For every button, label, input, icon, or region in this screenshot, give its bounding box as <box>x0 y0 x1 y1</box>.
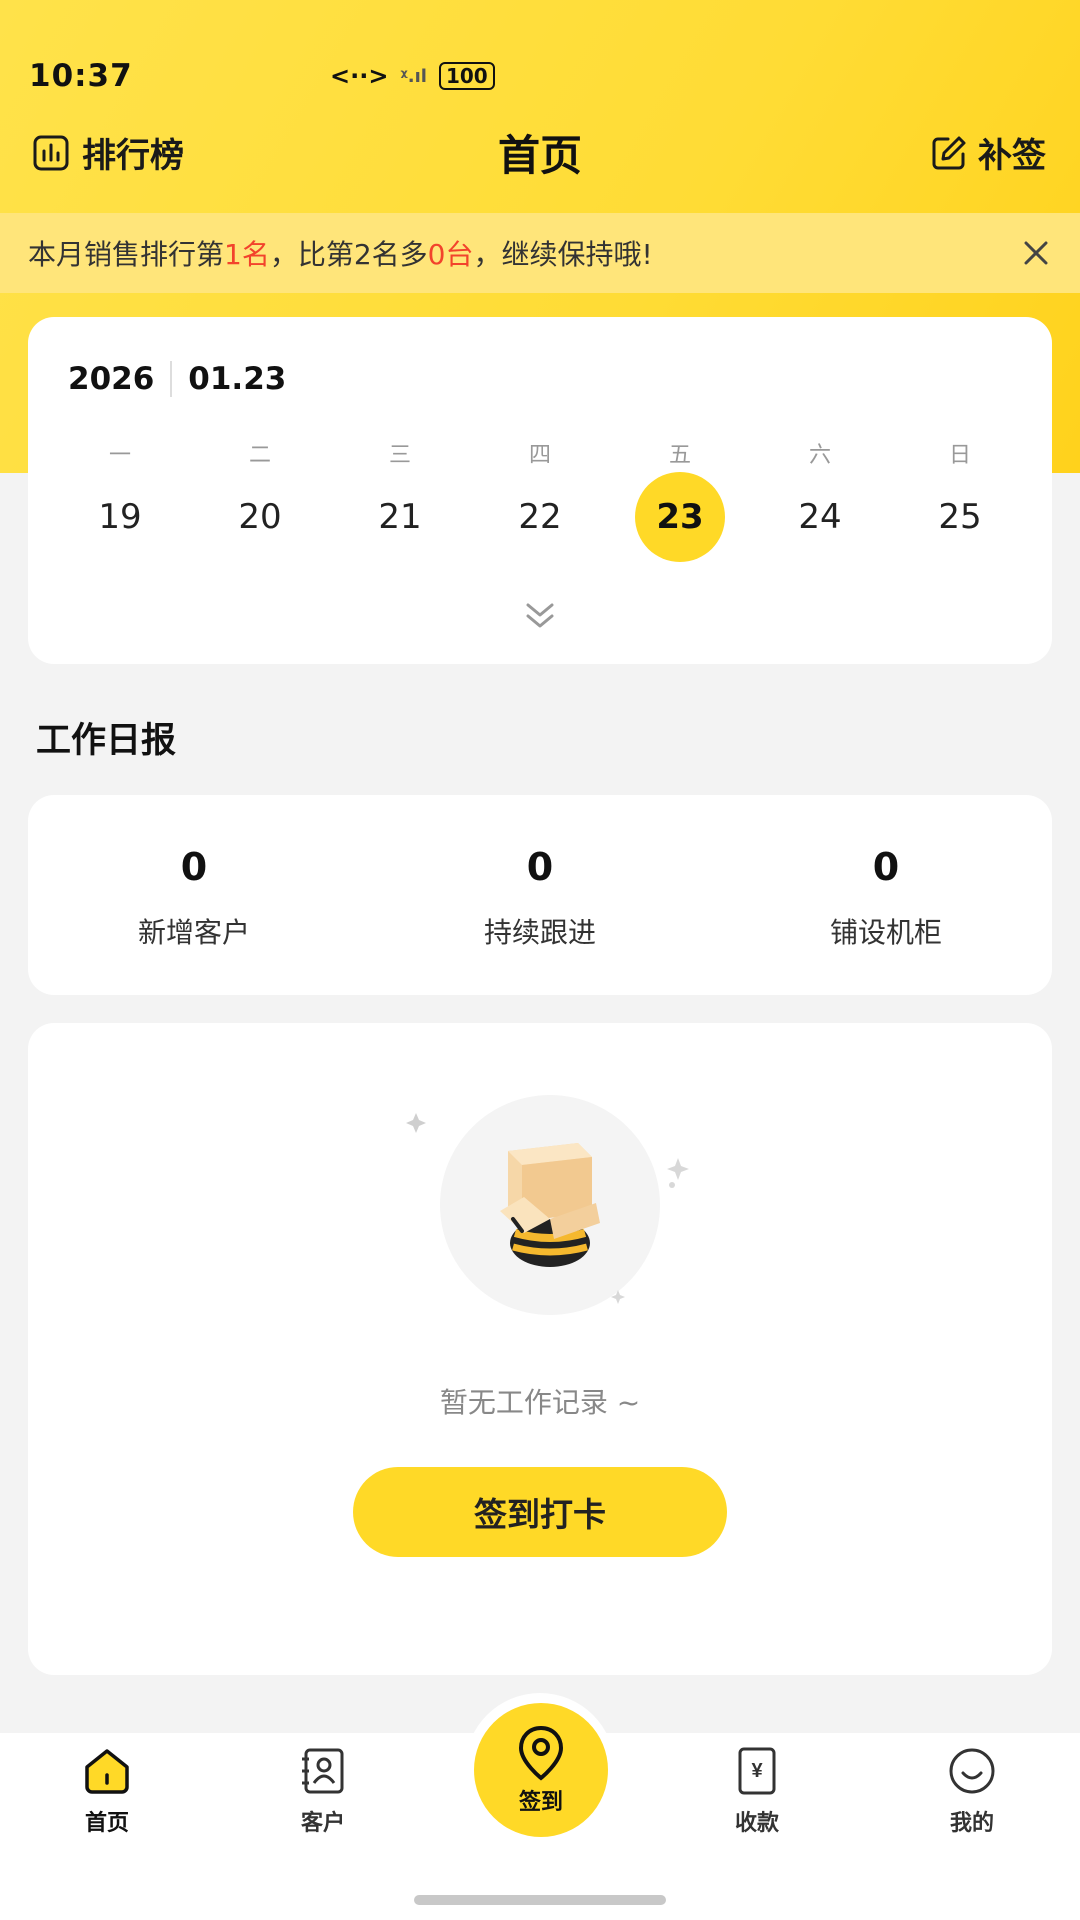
weekday-label: 二 <box>248 443 271 468</box>
location-pin-icon <box>518 1725 564 1781</box>
tab-checkin[interactable]: 签到 <box>474 1703 608 1837</box>
smile-icon <box>949 1748 995 1794</box>
stat-value: 0 <box>526 845 554 889</box>
status-time: 10:37 <box>29 58 133 94</box>
network-activity-icon: <··> <box>330 62 389 90</box>
empty-box-bee-illustration <box>406 1095 689 1315</box>
date-divider <box>170 361 173 397</box>
calendar-day[interactable]: 21 <box>355 472 445 562</box>
daily-report-title: 工作日报 <box>36 721 177 761</box>
daily-stats-card: 0 新增客户 0 持续跟进 0 铺设机柜 <box>28 795 1052 995</box>
empty-state-text: 暂无工作记录 ~ <box>439 1386 641 1419</box>
signal-icon: ᵡ.ıl <box>400 65 427 87</box>
makeup-checkin-button[interactable]: 补签 <box>930 128 1046 177</box>
tab-label: 客户 <box>300 1811 345 1836</box>
svg-text:¥: ¥ <box>751 1760 763 1782</box>
stat-value: 0 <box>180 845 208 889</box>
tab-customers[interactable]: 客户 <box>253 1745 393 1837</box>
ranking-notice-banner: 本月销售排行第1名，比第2名多0台，继续保持哦! <box>0 213 1080 293</box>
top-nav: 排行榜 首页 补签 <box>0 110 1080 190</box>
tab-label: 签到 <box>518 1790 563 1815</box>
page-title: 首页 <box>497 131 582 180</box>
weekday-label: 日 <box>948 443 971 468</box>
yuan-receipt-icon: ¥ <box>738 1747 776 1795</box>
home-icon <box>85 1749 129 1794</box>
calendar-day[interactable]: 20 <box>215 472 305 562</box>
stat-follow-up[interactable]: 0 持续跟进 <box>420 845 660 951</box>
weekday-label: 六 <box>808 443 831 468</box>
tab-label: 我的 <box>949 1811 994 1836</box>
calendar-day[interactable]: 24 <box>775 472 865 562</box>
stat-label: 持续跟进 <box>483 916 596 949</box>
stat-label: 铺设机柜 <box>829 916 942 949</box>
stat-new-customers[interactable]: 0 新增客户 <box>74 845 314 951</box>
calendar-day[interactable]: 25 <box>915 472 1005 562</box>
calendar-day-selected[interactable]: 23 <box>635 472 725 562</box>
tab-label: 收款 <box>734 1811 779 1836</box>
weekday-label: 五 <box>668 443 691 468</box>
status-bar: 10:37 <··> ᵡ.ıl 100 <box>0 0 1080 95</box>
status-icons: <··> ᵡ.ıl 100 <box>330 62 495 90</box>
weekday-label: 三 <box>388 443 411 468</box>
week-days-row: 19 20 21 22 23 24 25 <box>28 472 1052 562</box>
work-records-card: 暂无工作记录 ~ 签到打卡 <box>28 1023 1052 1675</box>
notice-diff: 0台 <box>427 238 474 271</box>
calendar-day[interactable]: 22 <box>495 472 585 562</box>
contacts-icon <box>302 1748 344 1794</box>
tab-mine[interactable]: 我的 <box>902 1745 1042 1837</box>
notice-text: 本月销售排行第1名，比第2名多0台，继续保持哦! <box>28 233 653 273</box>
notice-rank: 1名 <box>224 238 270 271</box>
calendar-month-day: 01.23 <box>188 361 287 397</box>
edit-icon <box>932 136 966 169</box>
notice-suffix: ，继续保持哦! <box>473 238 653 271</box>
stat-label: 新增客户 <box>137 916 250 949</box>
tab-label: 首页 <box>84 1811 129 1836</box>
stat-value: 0 <box>872 845 900 889</box>
battery-icon: 100 <box>438 62 495 90</box>
calendar-date: 2026 01.23 <box>68 361 286 397</box>
weekday-header: 一 二 三 四 五 六 日 <box>28 437 1052 468</box>
tab-home[interactable]: 首页 <box>37 1745 177 1837</box>
notice-middle: ，比第2名多 <box>269 238 428 271</box>
chevron-double-down-icon[interactable] <box>520 599 560 633</box>
weekday-label: 四 <box>528 443 551 468</box>
notice-prefix: 本月销售排行第 <box>28 238 225 271</box>
home-indicator <box>414 1895 666 1905</box>
tab-payment[interactable]: ¥ 收款 <box>687 1745 827 1837</box>
calendar-card: 2026 01.23 一 二 三 四 五 六 日 19 20 21 22 23 … <box>28 317 1052 664</box>
checkin-button[interactable]: 签到打卡 <box>353 1467 727 1557</box>
calendar-day[interactable]: 19 <box>75 472 165 562</box>
weekday-label: 一 <box>108 443 131 468</box>
close-icon[interactable] <box>1016 233 1056 273</box>
stat-cabinets[interactable]: 0 铺设机柜 <box>766 845 1006 951</box>
calendar-year: 2026 <box>68 361 155 397</box>
makeup-checkin-label: 补签 <box>978 136 1046 176</box>
